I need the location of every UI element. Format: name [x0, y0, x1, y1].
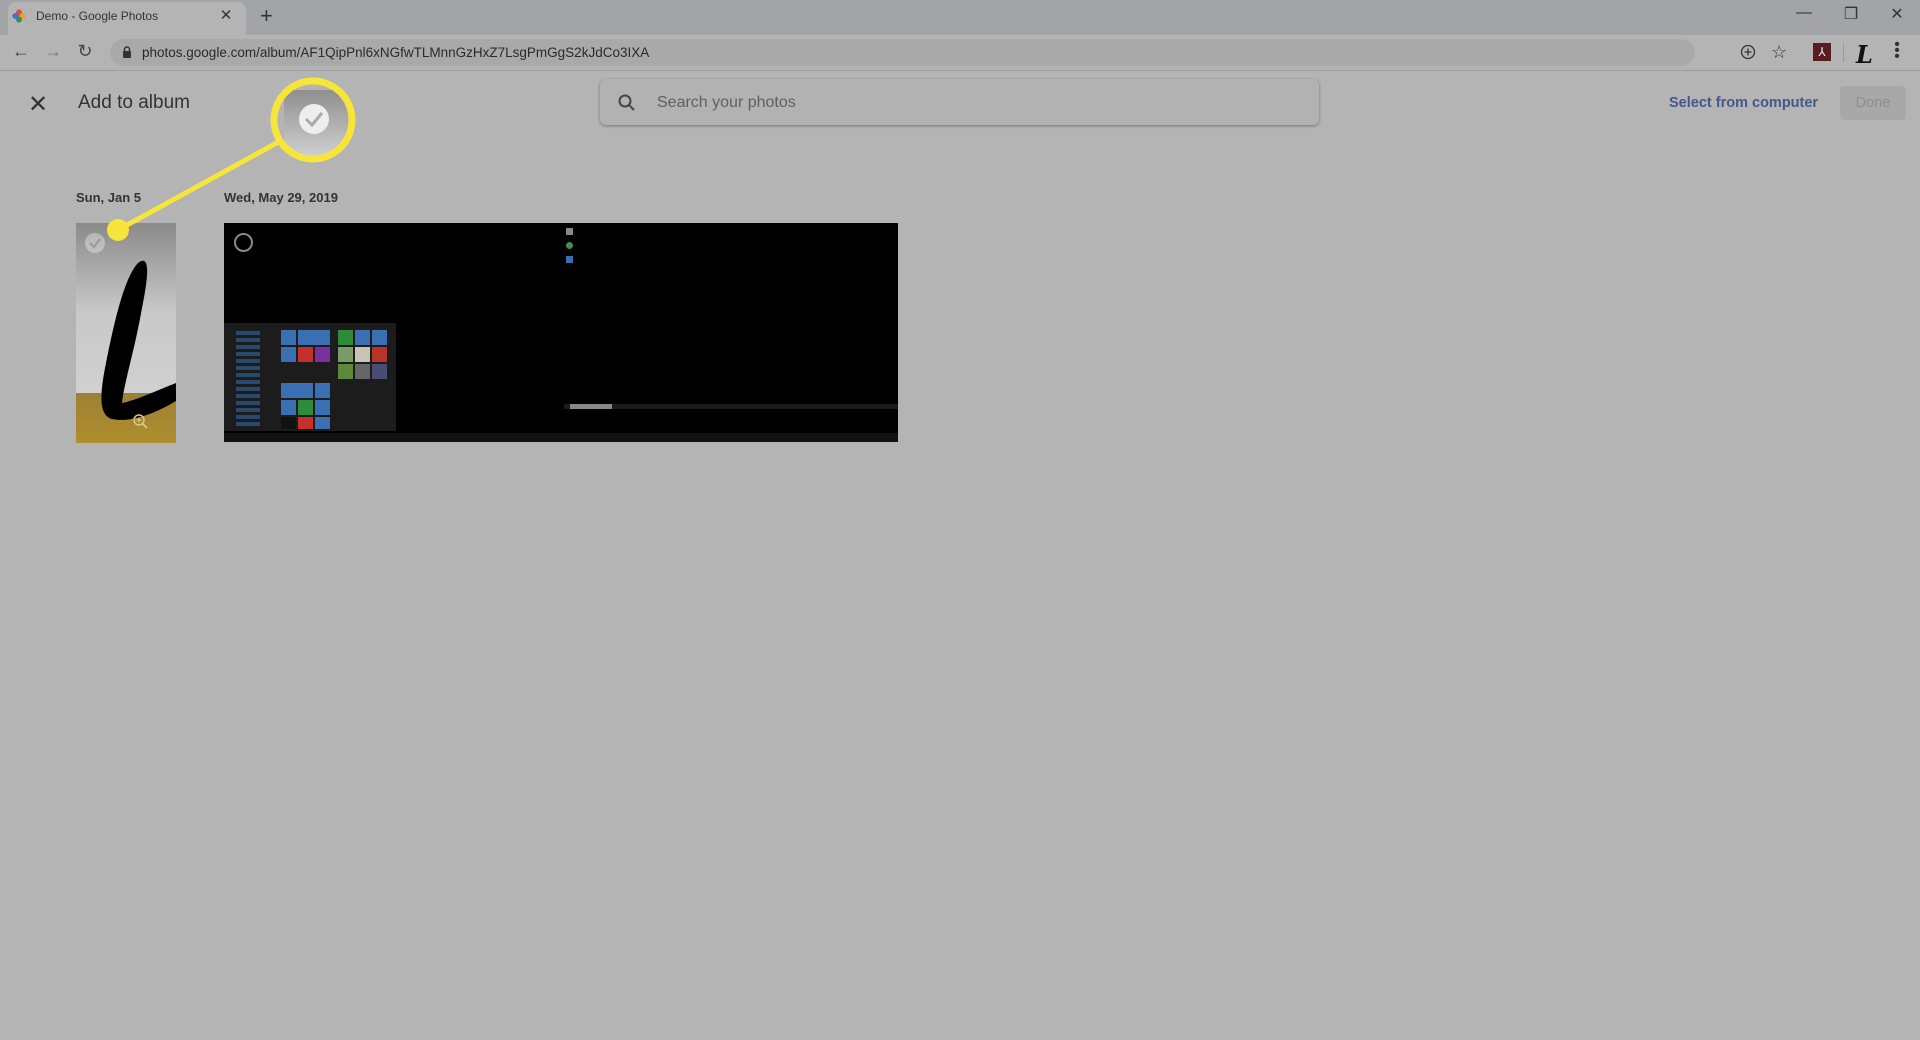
google-photos-favicon-icon: [12, 9, 26, 23]
tab-close-icon[interactable]: ✕: [218, 6, 234, 24]
photo-thumbnail[interactable]: [76, 223, 176, 443]
edge-desktop-icon: [566, 256, 573, 263]
recycle-bin-desktop-icon: [566, 228, 573, 235]
date-label: Wed, May 29, 2019: [224, 190, 338, 205]
lock-icon[interactable]: [122, 46, 132, 58]
start-menu-preview: [224, 323, 396, 431]
bookmark-star-icon[interactable]: ☆: [1771, 42, 1787, 63]
browser-menu-icon[interactable]: • • •: [1892, 37, 1902, 65]
close-icon[interactable]: ✕: [27, 90, 49, 119]
chrome-desktop-icon: [566, 242, 573, 249]
photo-thumbnail[interactable]: [224, 223, 898, 442]
restore-button[interactable]: ❐: [1836, 4, 1866, 24]
minimize-button[interactable]: —: [1789, 4, 1819, 22]
new-tab-button[interactable]: +: [260, 3, 273, 29]
acrobat-extension-icon[interactable]: ⅄: [1813, 43, 1831, 61]
select-checkmark-icon[interactable]: [85, 233, 105, 253]
callout-annotation: [107, 77, 356, 241]
handwritten-l-image: [101, 260, 176, 420]
forward-button[interactable]: →: [41, 41, 65, 62]
taskbar-preview: [564, 404, 898, 409]
window-close-button[interactable]: ✕: [1882, 4, 1912, 24]
install-app-icon[interactable]: [1740, 44, 1756, 60]
url-text[interactable]: photos.google.com/album/AF1QipPnl6xNGfwT…: [142, 45, 649, 60]
search-icon[interactable]: [617, 93, 637, 113]
callout-circle: [270, 77, 356, 163]
callout-line: [116, 137, 284, 233]
back-button[interactable]: ←: [9, 41, 33, 62]
reload-button[interactable]: ↻: [73, 41, 97, 62]
select-from-computer-button[interactable]: Select from computer: [1669, 95, 1818, 111]
search-input[interactable]: [655, 89, 1299, 117]
done-button[interactable]: Done: [1840, 86, 1906, 120]
callout-magnified-view: [275, 82, 351, 158]
toolbar-divider: [1843, 43, 1844, 62]
tab-title: Demo - Google Photos: [36, 9, 159, 23]
select-circle-icon[interactable]: [234, 233, 253, 252]
profile-avatar[interactable]: L: [1856, 40, 1873, 69]
date-label: Sun, Jan 5: [76, 190, 142, 205]
zoom-in-icon[interactable]: [132, 413, 150, 431]
page-title: Add to album: [78, 92, 190, 113]
bottom-taskbar-preview: [224, 433, 898, 442]
tab-strip: [0, 0, 1920, 35]
